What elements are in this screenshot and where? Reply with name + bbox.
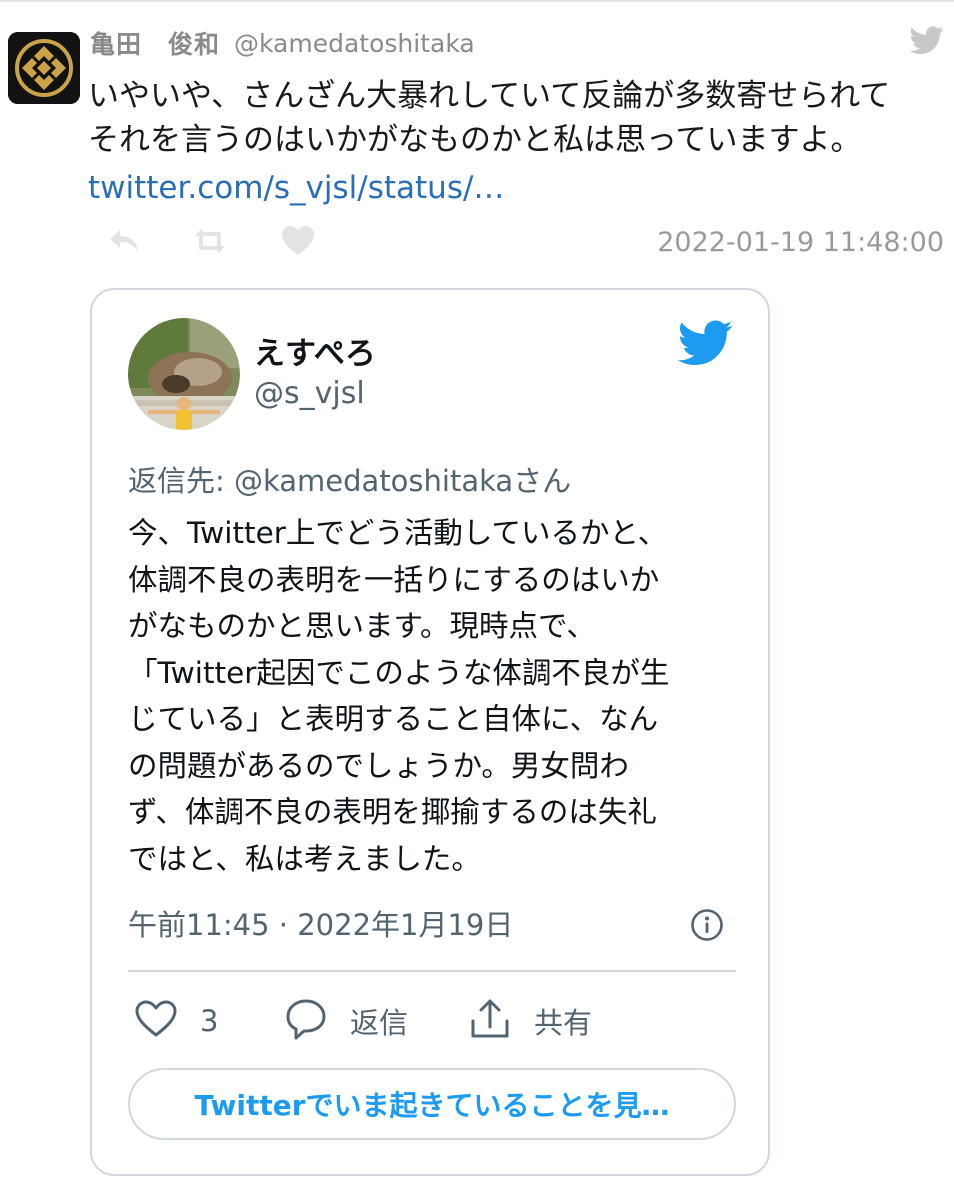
info-icon[interactable] (690, 908, 724, 942)
tweet-text: いやいや、さんざん大暴れしていて反論が多数寄せられて それを言うのはいかがなもの… (88, 74, 940, 162)
heart-outline-icon (134, 999, 178, 1043)
retweet-icon[interactable] (192, 224, 228, 258)
embedded-text-line: 今、Twitter上でどう活動しているかと、 (128, 516, 668, 550)
tweet-header: 亀田 俊和 @kamedatoshitaka (90, 26, 475, 60)
author-name[interactable]: 亀田 俊和 (90, 25, 220, 61)
heart-icon[interactable] (280, 224, 316, 258)
like-action[interactable]: 3 (134, 998, 218, 1044)
embedded-text-line: の問題があるのでしょうか。男女問わ (128, 748, 629, 783)
reply-to-label[interactable]: 返信先: @kamedatoshitakaさん (128, 458, 571, 500)
author-handle[interactable]: @kamedatoshitaka (234, 29, 475, 58)
embedded-text-line: 「Twitter起因でこのような体調不良が生 (128, 655, 670, 690)
tweet-text-line: それを言うのはいかがなものかと私は思っていますよ。 (88, 122, 862, 158)
embedded-tweet-text: 今、Twitter上でどう活動しているかと、 体調不良の表明を一括りにするのはい… (128, 510, 738, 882)
reply-action[interactable]: 返信 (284, 998, 408, 1044)
embedded-author-name[interactable]: えすぺろ (254, 328, 376, 373)
tweet-text-line: いやいや、さんざん大暴れしていて反論が多数寄せられて (88, 78, 891, 114)
cta-label: Twitterでいま起きていることを見… (194, 1089, 670, 1122)
embedded-timestamp[interactable]: 午前11:45 · 2022年1月19日 (128, 902, 513, 944)
embedded-text-line: ではと、私は考えました。 (128, 841, 481, 876)
reply-label: 返信 (350, 1006, 409, 1040)
speech-bubble-icon (284, 997, 328, 1045)
twitter-bird-icon (909, 26, 944, 56)
embedded-text-line: ず、体調不良の表明を揶揄するのは失礼 (128, 795, 657, 829)
embedded-avatar[interactable] (128, 318, 240, 430)
top-divider (0, 0, 954, 2)
author-avatar[interactable] (8, 32, 80, 104)
share-label: 共有 (534, 1006, 593, 1040)
embedded-text-line: がなものかと思います。現時点で、 (128, 609, 596, 643)
share-action[interactable]: 共有 (468, 998, 592, 1044)
see-whats-happening-button[interactable]: Twitterでいま起きていることを見… (128, 1068, 736, 1140)
embedded-text-line: 体調不良の表明を一括りにするのはいか (128, 562, 660, 597)
twitter-logo-icon[interactable] (677, 320, 734, 368)
share-icon (468, 997, 512, 1045)
tweet-timestamp: 2022-01-19 11:48:00 (657, 227, 944, 258)
embedded-author-handle[interactable]: @s_vjsl (254, 376, 365, 411)
embedded-divider (128, 970, 736, 972)
reply-icon[interactable] (106, 224, 142, 258)
embedded-text-line: じている」と表明すること自体に、なん (128, 702, 659, 736)
embedded-tweet-card[interactable]: えすぺろ @s_vjsl 返信先: @kamedatoshitakaさん 今、T… (90, 288, 770, 1176)
tweet-link[interactable]: twitter.com/s_vjsl/status/… (88, 166, 504, 210)
like-count: 3 (200, 1004, 219, 1038)
